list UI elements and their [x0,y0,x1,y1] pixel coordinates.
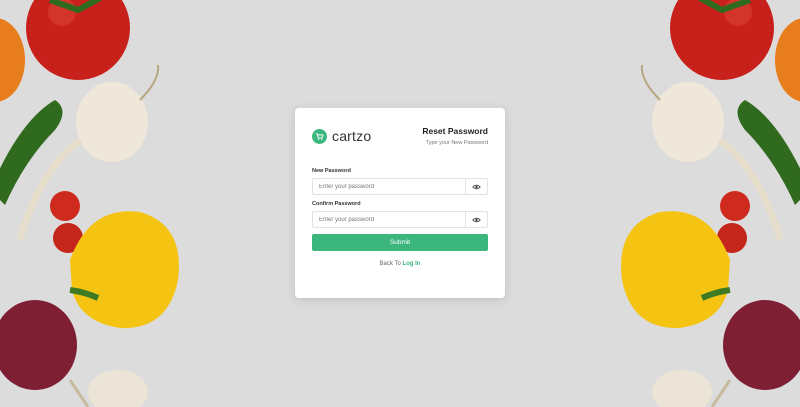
confirm-password-wrapper [312,211,488,228]
confirm-password-group: Confirm Password [312,201,488,228]
card-header: cartzo Reset Password Type your New Pass… [312,126,488,168]
header-titles: Reset Password Type your New Password [422,126,488,146]
new-password-wrapper [312,178,488,195]
brand-logo[interactable]: cartzo [312,128,371,144]
page-subtitle: Type your New Password [425,140,488,146]
eye-icon[interactable] [465,179,487,194]
page-title: Reset Password [422,126,488,136]
back-text: Back To [379,261,401,267]
submit-button[interactable]: Submit [312,234,488,251]
new-password-group: New Password [312,168,488,195]
new-password-label: New Password [312,168,351,174]
eye-icon[interactable] [465,212,487,227]
reset-password-card: cartzo Reset Password Type your New Pass… [295,108,505,298]
confirm-password-label: Confirm Password [312,201,361,207]
new-password-input[interactable] [313,179,465,194]
login-link[interactable]: Log In [402,261,420,267]
back-to-login: Back To Log In [312,261,488,267]
brand-name: cartzo [332,128,372,144]
cart-icon [312,128,327,144]
confirm-password-input[interactable] [313,212,465,227]
